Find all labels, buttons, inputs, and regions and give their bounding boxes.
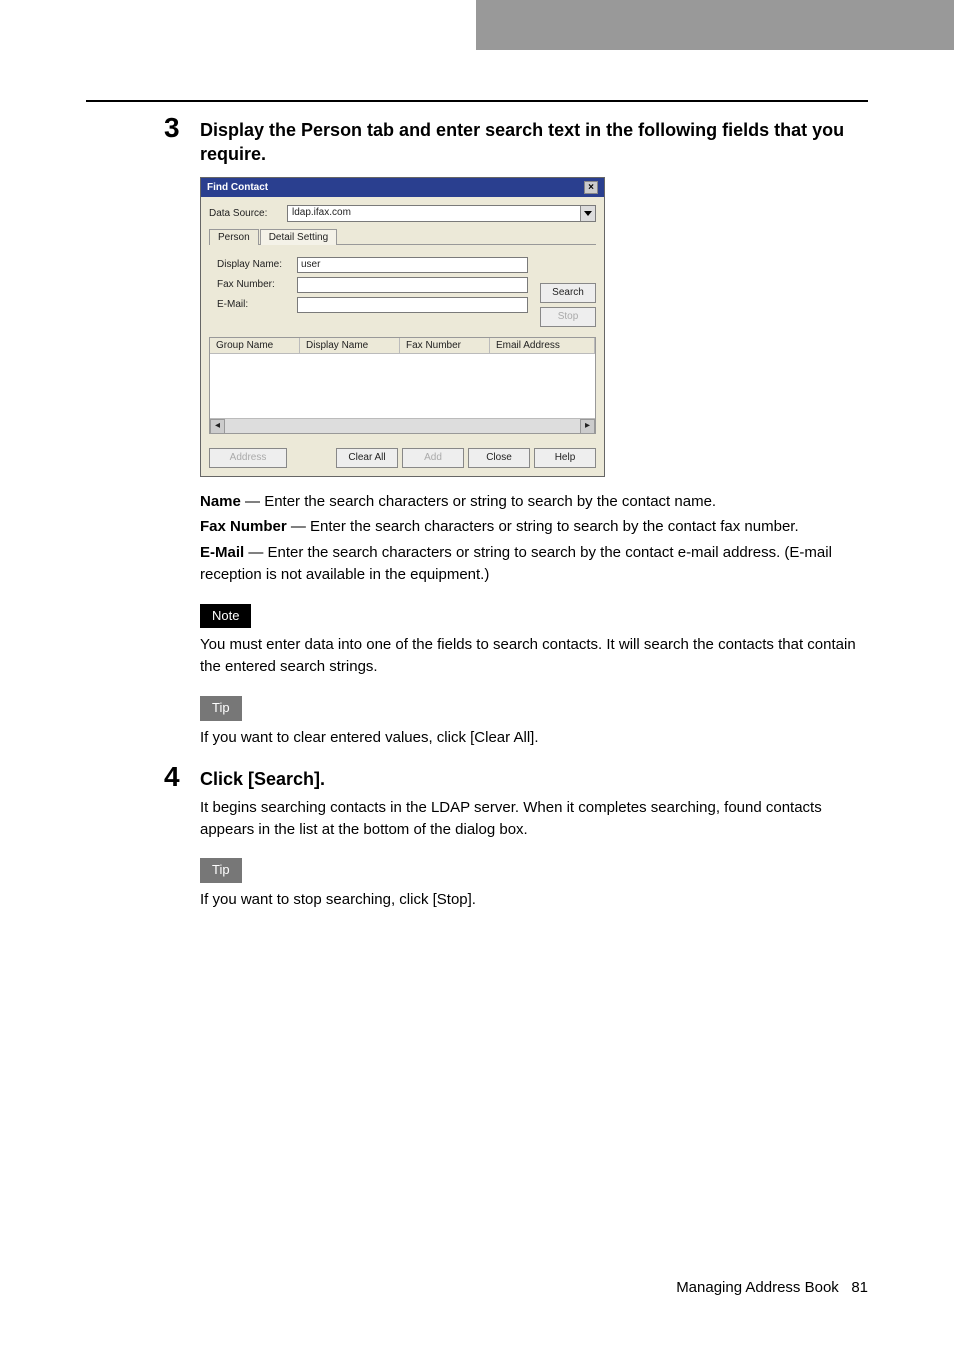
form-column: Display Name: user Fax Number: E-Mail: xyxy=(209,251,532,331)
col-email[interactable]: Email Address xyxy=(490,338,595,353)
email-input[interactable] xyxy=(297,297,528,313)
tabstrip: Person Detail Setting xyxy=(209,228,596,245)
header-gray-bar xyxy=(476,0,954,50)
grid-body xyxy=(210,354,595,418)
step4-body: It begins searching contacts in the LDAP… xyxy=(200,797,868,911)
close-icon[interactable]: × xyxy=(584,181,598,194)
clear-all-button[interactable]: Clear All xyxy=(336,448,398,468)
email-line: E-Mail — Enter the search characters or … xyxy=(200,542,868,586)
data-source-value: ldap.ifax.com xyxy=(288,206,580,221)
tab-detail-setting[interactable]: Detail Setting xyxy=(260,229,337,245)
dialog-body: Data Source: ldap.ifax.com Person Detail… xyxy=(201,197,604,442)
fax-label: Fax Number xyxy=(200,518,287,535)
step3-body: Name — Enter the search characters or st… xyxy=(200,491,868,749)
email-desc: — Enter the search characters or string … xyxy=(200,544,832,583)
note-text: You must enter data into one of the fiel… xyxy=(200,634,868,678)
name-desc: — Enter the search characters or string … xyxy=(241,493,716,510)
step-3: 3 Display the Person tab and enter searc… xyxy=(200,118,868,749)
stop-button[interactable]: Stop xyxy=(540,307,596,327)
step4-body-text: It begins searching contacts in the LDAP… xyxy=(200,797,868,841)
tab-person[interactable]: Person xyxy=(209,229,259,245)
grid-scrollbar[interactable]: ◂ ▸ xyxy=(210,418,595,433)
data-source-row: Data Source: ldap.ifax.com xyxy=(209,205,596,222)
name-line: Name — Enter the search characters or st… xyxy=(200,491,868,513)
page: 3 Display the Person tab and enter searc… xyxy=(0,0,954,1348)
email-label: E-Mail: xyxy=(217,299,297,310)
content-area: 3 Display the Person tab and enter searc… xyxy=(200,118,868,929)
fax-number-input[interactable] xyxy=(297,277,528,293)
page-footer: Managing Address Book 81 xyxy=(676,1279,868,1296)
search-button[interactable]: Search xyxy=(540,283,596,303)
display-name-input[interactable]: user xyxy=(297,257,528,273)
step-title: Click [Search]. xyxy=(200,767,868,791)
dialog-titlebar: Find Contact × xyxy=(201,178,604,197)
form-two-col: Display Name: user Fax Number: E-Mail: xyxy=(209,251,596,331)
fax-line: Fax Number — Enter the search characters… xyxy=(200,516,868,538)
dialog-title-text: Find Contact xyxy=(207,182,268,193)
tip-text: If you want to clear entered values, cli… xyxy=(200,727,868,749)
data-source-select[interactable]: ldap.ifax.com xyxy=(287,205,596,222)
actions-column: Search Stop xyxy=(540,251,596,331)
scroll-right-icon[interactable]: ▸ xyxy=(580,419,595,434)
results-grid: Group Name Display Name Fax Number Email… xyxy=(209,337,596,434)
name-label: Name xyxy=(200,493,241,510)
note-tag: Note xyxy=(200,604,251,629)
horizontal-rule xyxy=(86,100,868,102)
step-4: 4 Click [Search]. It begins searching co… xyxy=(200,767,868,911)
add-button[interactable]: Add xyxy=(402,448,464,468)
chevron-down-icon[interactable] xyxy=(580,206,595,221)
grid-header: Group Name Display Name Fax Number Email… xyxy=(210,338,595,354)
tip-text: If you want to stop searching, click [St… xyxy=(200,889,868,911)
footer-page: 81 xyxy=(851,1279,868,1296)
close-button[interactable]: Close xyxy=(468,448,530,468)
col-fax-number[interactable]: Fax Number xyxy=(400,338,490,353)
display-name-row: Display Name: user xyxy=(217,257,528,273)
dialog-footer: Address Clear All Add Close Help xyxy=(201,442,604,476)
fax-number-row: Fax Number: xyxy=(217,277,528,293)
email-label: E-Mail xyxy=(200,544,244,561)
display-name-label: Display Name: xyxy=(217,259,297,270)
col-group-name[interactable]: Group Name xyxy=(210,338,300,353)
col-display-name[interactable]: Display Name xyxy=(300,338,400,353)
email-row: E-Mail: xyxy=(217,297,528,313)
tip-tag: Tip xyxy=(200,858,242,883)
find-contact-dialog: Find Contact × Data Source: ldap.ifax.co… xyxy=(200,177,605,477)
step-title: Display the Person tab and enter search … xyxy=(200,118,868,167)
data-source-label: Data Source: xyxy=(209,208,279,219)
step-number: 3 xyxy=(164,112,180,144)
footer-text: Managing Address Book xyxy=(676,1279,839,1296)
tip-tag: Tip xyxy=(200,696,242,721)
fax-desc: — Enter the search characters or string … xyxy=(287,518,799,535)
address-button[interactable]: Address xyxy=(209,448,287,468)
step-number: 4 xyxy=(164,761,180,793)
fax-number-label: Fax Number: xyxy=(217,279,297,290)
scroll-left-icon[interactable]: ◂ xyxy=(210,419,225,434)
help-button[interactable]: Help xyxy=(534,448,596,468)
